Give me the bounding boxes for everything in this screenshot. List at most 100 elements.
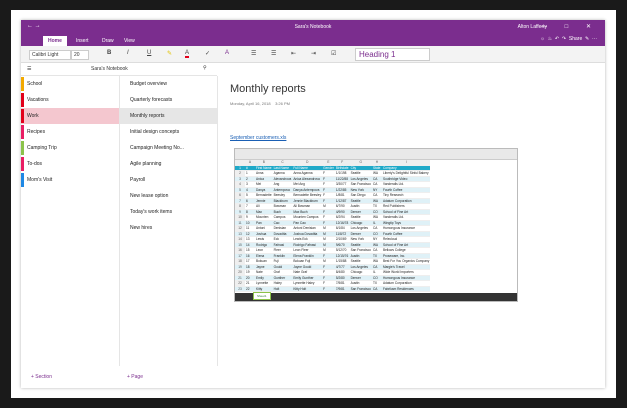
ribbon-right-tools: ☼ ♨ ↶ ↷ Share ✎ ··· <box>540 36 597 42</box>
page-list: Budget overview Quarterly forecasts Mont… <box>120 76 218 366</box>
table-cell[interactable]: San Francisco <box>349 181 372 188</box>
page-item[interactable]: Payroll <box>120 172 217 188</box>
font-size-select[interactable]: 20 <box>71 50 89 60</box>
table-cell[interactable]: CA <box>371 286 382 292</box>
pen-icon[interactable]: ✎ <box>585 36 589 42</box>
table-header-cell[interactable]: Gender <box>322 165 335 171</box>
share-button[interactable]: Share <box>569 36 582 42</box>
table-cell[interactable]: Anica Alexandrova <box>292 176 323 182</box>
table-header-cell[interactable]: First Name <box>255 165 273 171</box>
tab-home[interactable]: Home <box>43 36 67 46</box>
table-row: 23 22 Kitty Holt Kitty Holt F 7/9/81 San Franci… <box>235 286 431 292</box>
table-cell[interactable]: 7/9/81 <box>334 286 350 292</box>
italic-icon[interactable]: I <box>127 50 129 56</box>
tab-insert[interactable]: Insert <box>71 36 94 46</box>
notebook-name[interactable]: Sara's Notebook <box>91 66 128 72</box>
underline-icon[interactable]: U <box>147 50 151 56</box>
highlight-icon[interactable]: ✎ <box>167 50 172 57</box>
table-cell[interactable]: San Francisco <box>349 286 372 292</box>
table-cell[interactable]: Kitty <box>255 286 273 292</box>
table-cell[interactable]: Danya Antempova <box>292 187 323 193</box>
section-list: School Vacations Work Recipes Camping Tr… <box>21 76 120 366</box>
table-cell[interactable]: Kitty Holt <box>292 286 323 292</box>
section-label: Vacations <box>27 97 49 103</box>
notebook-header: ☰ Sara's Notebook ⚲ <box>21 63 217 76</box>
text-style-icon[interactable]: A <box>225 50 229 56</box>
outdent-icon[interactable]: ⇤ <box>291 50 296 57</box>
page-title[interactable]: Monthly reports <box>230 83 306 95</box>
section-item[interactable]: Mom's Visit <box>21 172 119 188</box>
page-item[interactable]: Monthly reports <box>120 108 217 124</box>
sheet-tab[interactable]: Sheet1 <box>253 292 271 300</box>
redo-icon[interactable]: ↷ <box>562 36 566 42</box>
page-item[interactable]: Campaign Meeting No... <box>120 140 217 156</box>
page-time: 3:26 PM <box>275 101 290 106</box>
table-cell[interactable]: 22 <box>245 286 255 292</box>
tab-draw[interactable]: Draw <box>97 36 119 46</box>
table-cell[interactable]: Fabrikam Residences <box>381 286 431 292</box>
row-number[interactable]: 23 <box>235 286 245 292</box>
page-date: Monday, April 16, 2018 <box>230 101 271 106</box>
section-color-tab <box>21 93 24 107</box>
embedded-spreadsheet[interactable]: A B C D E F G H I 1 # First Name Last Name Full Name G… <box>234 148 518 302</box>
bullets-icon[interactable]: ☰ <box>251 50 256 57</box>
title-bar: ← → Sara's Notebook Alton Lafferty — □ ✕ <box>21 20 605 34</box>
table-cell[interactable]: Holt <box>272 286 293 292</box>
page-item[interactable]: Quarterly forecasts <box>120 92 217 108</box>
table-cell[interactable]: F <box>322 286 335 292</box>
section-item[interactable]: Camping Trip <box>21 140 119 156</box>
add-page-button[interactable]: + Page <box>127 366 143 388</box>
more-icon[interactable]: ··· <box>592 36 597 42</box>
table-cell[interactable]: 11/22/88 <box>334 176 350 182</box>
section-label: Camping Trip <box>27 145 57 151</box>
clear-format-icon[interactable]: ✓ <box>205 50 210 57</box>
table-cell[interactable]: Jennie Blackburn <box>292 198 323 204</box>
indent-icon[interactable]: ⇥ <box>311 50 316 57</box>
lightbulb-icon[interactable]: ☼ <box>540 36 545 42</box>
window-controls[interactable]: — □ ✕ <box>541 23 599 30</box>
table-cell[interactable]: Mounten Campos <box>292 214 323 221</box>
bold-icon[interactable]: B <box>107 50 111 56</box>
page-item[interactable]: Initial design concepts <box>120 124 217 140</box>
table-header-cell[interactable]: Birthdate <box>334 165 350 171</box>
bell-icon[interactable]: ♨ <box>548 36 552 42</box>
section-label: To-dos <box>27 161 43 167</box>
checkbox-icon[interactable]: ☑ <box>331 50 336 57</box>
section-color-tab <box>21 109 24 123</box>
search-icon[interactable]: ⚲ <box>203 65 207 71</box>
table-cell[interactable]: 12/15/76 <box>334 253 350 259</box>
page-timestamp: Monday, April 16, 2018 3:26 PM <box>230 101 290 106</box>
section-color-tab <box>21 157 24 171</box>
section-item[interactable]: Vacations <box>21 92 119 108</box>
style-select[interactable]: Heading 1 <box>355 48 430 61</box>
table-cell[interactable]: Liberty's Delightful Sinful Bakery <box>381 170 431 177</box>
tab-view[interactable]: View <box>119 36 140 46</box>
table-cell[interactable]: Antempova <box>272 187 293 193</box>
table-cell[interactable]: Best For You Organics Company <box>381 258 431 265</box>
table-cell[interactable]: Bernadette Beesley <box>292 192 323 199</box>
section-item[interactable]: Work <box>21 108 119 124</box>
table-cell[interactable]: Bernadette <box>255 192 273 199</box>
table-cell[interactable]: 12/16/78 <box>334 220 350 226</box>
spreadsheet-ribbon <box>235 149 517 160</box>
add-section-button[interactable]: + Section <box>31 366 52 388</box>
table-cell[interactable]: San Francisco <box>349 247 372 254</box>
hamburger-icon[interactable]: ☰ <box>27 66 31 72</box>
attachment-link[interactable]: September customers.xls <box>230 135 286 141</box>
onenote-window: ← → Sara's Notebook Alton Lafferty — □ ✕… <box>21 20 605 388</box>
undo-icon[interactable]: ↶ <box>555 36 559 42</box>
page-item[interactable]: Today's work items <box>120 204 217 220</box>
table-cell[interactable]: Alexandrova <box>272 176 293 182</box>
section-item[interactable]: School <box>21 76 119 92</box>
section-color-tab <box>21 173 24 187</box>
page-item[interactable]: New lease option <box>120 188 217 204</box>
font-color-icon[interactable]: A <box>185 50 190 58</box>
section-label: School <box>27 81 43 87</box>
page-item[interactable]: Budget overview <box>120 76 217 92</box>
font-family-select[interactable]: Calibri Light <box>29 50 71 60</box>
numbering-icon[interactable]: ☰ <box>271 50 276 57</box>
section-item[interactable]: Recipes <box>21 124 119 140</box>
page-item[interactable]: New hires <box>120 220 217 236</box>
page-item[interactable]: Agile planning <box>120 156 217 172</box>
section-item[interactable]: To-dos <box>21 156 119 172</box>
